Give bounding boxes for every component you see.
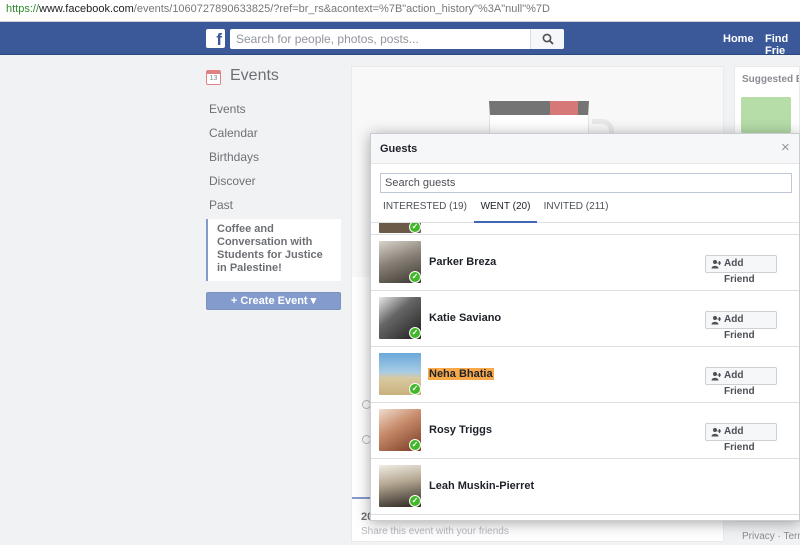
url-host: www.facebook.com (39, 3, 134, 15)
add-friend-button[interactable]: Add Friend (705, 255, 777, 285)
avatar[interactable]: ✓ (379, 465, 421, 507)
went-check-icon: ✓ (409, 439, 421, 451)
add-friend-button[interactable]: Add Friend (705, 423, 777, 453)
list-item: ✓ Katie Saviano Add Friend (371, 291, 799, 347)
nav-home[interactable]: Home (723, 33, 754, 45)
avatar[interactable]: ✓ (379, 241, 421, 283)
add-friend-button[interactable]: Add Friend (705, 367, 777, 397)
guest-name[interactable]: Rosy Triggs (429, 424, 492, 436)
list-item: ✓ Leah Muskin-Pierret (371, 459, 799, 515)
avatar[interactable]: ✓ (379, 297, 421, 339)
nav-find-friends[interactable]: Find Frie (765, 33, 800, 57)
add-friend-button[interactable]: Add Friend (705, 311, 777, 341)
top-search (230, 29, 564, 49)
top-search-input[interactable] (230, 29, 530, 49)
address-bar[interactable]: https://www.facebook.com/events/10607278… (0, 0, 800, 22)
add-friend-icon (711, 428, 721, 437)
went-check-icon: ✓ (409, 327, 421, 339)
went-check-icon: ✓ (409, 223, 421, 233)
search-button[interactable] (530, 29, 564, 49)
guests-dialog: Guests × INTERESTED (19) WENT (20) INVIT… (370, 133, 800, 521)
tab-went[interactable]: WENT (20) (474, 194, 537, 223)
dialog-title: Guests (380, 143, 418, 155)
list-item: ✓ Parker Breza Add Friend (371, 235, 799, 291)
went-check-icon: ✓ (409, 495, 421, 507)
avatar[interactable]: ✓ (379, 353, 421, 395)
avatar[interactable]: ✓ (379, 409, 421, 451)
guest-name[interactable]: Parker Breza (429, 256, 496, 268)
list-item: ✓ Rosy Triggs Add Friend (371, 403, 799, 459)
add-friend-icon (711, 316, 721, 325)
went-check-icon: ✓ (409, 383, 421, 395)
url-scheme: https:// (6, 3, 40, 15)
add-friend-label: Add Friend (724, 426, 755, 453)
add-friend-label: Add Friend (724, 370, 755, 397)
tab-invited[interactable]: INVITED (211) (541, 194, 611, 223)
guest-name-highlighted[interactable]: Neha Bhatia (428, 368, 494, 380)
dialog-header: Guests × (371, 134, 799, 164)
avatar[interactable]: ✓ (379, 223, 421, 233)
went-check-icon: ✓ (409, 271, 421, 283)
guest-name[interactable]: Leah Muskin-Pierret (429, 480, 534, 492)
list-item: ✓ (371, 223, 799, 235)
top-bar: f Home Find Frie (0, 22, 800, 57)
add-friend-label: Add Friend (724, 258, 755, 285)
add-friend-label: Add Friend (724, 314, 755, 341)
add-friend-icon (711, 372, 721, 381)
add-friend-icon (711, 260, 721, 269)
tab-interested[interactable]: INTERESTED (19) (381, 194, 469, 223)
guest-tabs: INTERESTED (19) WENT (20) INVITED (211) (371, 194, 799, 223)
guest-list[interactable]: ✓ ✓ Parker Breza Add Friend ✓ Katie Savi… (371, 223, 799, 520)
close-icon[interactable]: × (781, 140, 790, 156)
guest-search-input[interactable] (380, 173, 792, 193)
url-path: /events/1060727890633825/?ref=br_rs&acon… (133, 3, 550, 15)
facebook-logo[interactable]: f (206, 29, 225, 48)
search-icon (542, 33, 554, 45)
list-item: ✓ Neha Bhatia Add Friend (371, 347, 799, 403)
guest-name[interactable]: Katie Saviano (429, 312, 501, 324)
